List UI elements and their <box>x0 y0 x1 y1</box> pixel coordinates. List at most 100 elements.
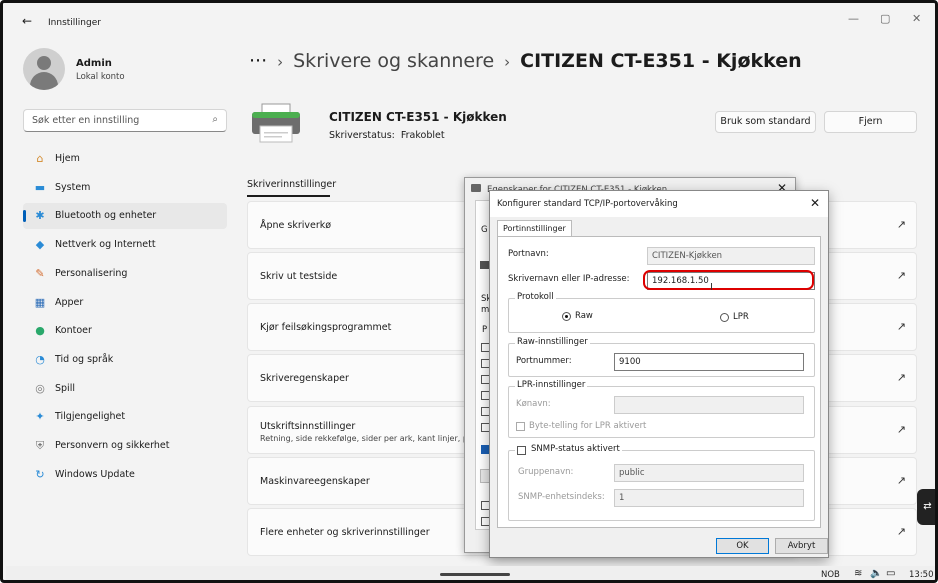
card-title: Kjør feilsøkingsprogrammet <box>260 322 392 333</box>
card-title: Åpne skriverkø <box>260 220 332 231</box>
card-title: Skriv ut testside <box>260 271 338 282</box>
clock[interactable]: 13:50 <box>909 570 934 580</box>
side-tool-icon[interactable]: ⇄ <box>917 489 935 525</box>
profile-name: Admin <box>76 58 112 69</box>
screen-frame: ← Innstillinger — ▢ ✕ Admin Lokal konto … <box>0 0 938 583</box>
sidebar-item-nettverk-og-internett[interactable]: ◆ Nettverk og Internett <box>23 232 227 258</box>
sidebar-icon: ◎ <box>35 381 45 395</box>
lpr-settings-label: LPR-innstillinger <box>515 380 588 390</box>
sidebar-item-hjem[interactable]: ⌂ Hjem <box>23 146 227 172</box>
sidebar-item-label: Personalisering <box>55 267 128 279</box>
text-cursor-icon: I <box>710 282 713 293</box>
taskbar: NOB ≋ 🔈 ▭ 13:50 <box>6 566 935 580</box>
sidebar-icon: ⌂ <box>36 152 44 165</box>
search-icon: ⌕ <box>212 114 218 125</box>
sidebar-item-kontoer[interactable]: ● Kontoer <box>23 318 227 344</box>
snmp-enabled-label: SNMP-status aktivert <box>515 444 622 454</box>
snmp-index-field[interactable]: 1 <box>614 489 804 507</box>
community-name-field[interactable]: public <box>614 464 804 482</box>
snmp-group: SNMP-status aktivert Gruppenavn: public … <box>508 444 815 521</box>
sidebar-icon: ◆ <box>35 238 45 252</box>
sidebar-item-tid-og-språk[interactable]: ◔ Tid og språk <box>23 347 227 373</box>
sidebar-icon: ● <box>35 324 45 338</box>
sidebar-item-label: Apper <box>55 296 84 308</box>
sidebar-item-bluetooth-og-enheter[interactable]: ✱ Bluetooth og enheter <box>23 203 227 230</box>
sidebar-item-windows-update[interactable]: ↻ Windows Update <box>23 462 227 488</box>
status-label: Skriverstatus: <box>329 130 395 141</box>
sidebar-icon: ▬ <box>34 180 46 194</box>
external-link-icon: ↗ <box>896 423 906 436</box>
breadcrumb: ··· › Skrivere og skannere › CITIZEN CT-E351… <box>249 50 802 72</box>
sidebar-item-label: Nettverk og Internett <box>55 239 156 251</box>
avatar <box>23 48 65 90</box>
printer-small-icon <box>480 261 489 269</box>
tab-printer-settings[interactable]: Skriverinnstillinger <box>247 179 336 190</box>
sidebar-item-label: Bluetooth og enheter <box>55 210 157 222</box>
title-bar: ← Innstillinger — ▢ ✕ <box>6 6 935 36</box>
lpr-radio[interactable] <box>720 313 729 322</box>
close-icon[interactable]: ✕ <box>912 12 921 25</box>
device-status: Skriverstatus: Frakoblet <box>329 130 445 141</box>
set-default-button[interactable]: Bruk som standard <box>715 111 816 133</box>
profile-account-type: Lokal konto <box>76 72 125 82</box>
dialog-close-icon[interactable]: ✕ <box>810 196 820 210</box>
sidebar-item-personalisering[interactable]: ✎ Personalisering <box>23 261 227 287</box>
status-value: Frakoblet <box>400 130 445 141</box>
back-arrow-icon[interactable]: ← <box>22 14 32 28</box>
raw-settings-label: Raw-innstillinger <box>515 337 590 347</box>
minimize-icon[interactable]: — <box>848 12 859 25</box>
sidebar-item-system[interactable]: ▬ System <box>23 175 227 201</box>
taskbar-handle[interactable] <box>440 573 510 576</box>
queue-name-field[interactable] <box>614 396 804 414</box>
volume-icon[interactable]: 🔈 <box>870 568 882 579</box>
lpr-label: LPR <box>733 312 749 322</box>
snmp-enabled-checkbox[interactable] <box>517 446 526 455</box>
sidebar-icon: ▦ <box>34 295 46 309</box>
remove-button[interactable]: Fjern <box>824 111 917 133</box>
protocol-group-label: Protokoll <box>515 292 556 302</box>
maximize-icon[interactable]: ▢ <box>880 12 890 25</box>
sidebar-item-label: Personvern og sikkerhet <box>55 440 170 451</box>
raw-label: Raw <box>575 311 593 321</box>
sidebar-item-label: Tilgjengelighet <box>55 411 126 423</box>
sidebar-item-label: Tid og språk <box>55 353 114 365</box>
dialog-title: Konfigurer standard TCP/IP-portovervåkin… <box>497 199 678 209</box>
raw-radio[interactable] <box>562 312 571 321</box>
tab-port-settings[interactable]: Portinnstillinger <box>497 220 572 237</box>
search-input[interactable]: Søk etter en innstilling ⌕ <box>23 109 227 132</box>
sidebar-item-spill[interactable]: ◎ Spill <box>23 376 227 402</box>
lpr-settings-group: LPR-innstillinger Kønavn: Byte-telling f… <box>508 380 815 438</box>
sidebar-icon: ⛨ <box>35 439 45 452</box>
sidebar-icon: ✎ <box>35 266 45 280</box>
external-link-icon: ↗ <box>896 269 906 282</box>
wifi-icon[interactable]: ≋ <box>854 568 862 579</box>
external-link-icon: ↗ <box>896 474 906 487</box>
ip-address-label: Skrivernavn eller IP-adresse: <box>508 274 630 284</box>
port-name-label: Portnavn: <box>508 249 549 259</box>
search-placeholder: Søk etter en innstilling <box>32 115 140 126</box>
sidebar-item-tilgjengelighet[interactable]: ✦ Tilgjengelighet <box>23 404 227 430</box>
sidebar-icon: ◔ <box>35 352 45 366</box>
sidebar-item-label: Kontoer <box>55 325 92 337</box>
sidebar-item-apper[interactable]: ▦ Apper <box>23 290 227 316</box>
selection-indicator <box>23 210 26 223</box>
sidebar-item-personvern-og-sikkerhet[interactable]: ⛨ Personvern og sikkerhet <box>23 433 227 459</box>
language-indicator[interactable]: NOB <box>821 570 840 580</box>
card-title: Flere enheter og skriverinnstillinger <box>260 527 430 538</box>
ok-button[interactable]: OK <box>716 538 769 554</box>
breadcrumb-printers[interactable]: Skrivere og skannere <box>293 50 494 72</box>
properties-fragment-text: G <box>481 225 488 235</box>
breadcrumb-more-icon[interactable]: ··· <box>249 50 267 72</box>
queue-name-label: Kønavn: <box>516 399 551 409</box>
byte-count-checkbox[interactable] <box>516 422 525 431</box>
community-name-label: Gruppenavn: <box>518 467 574 477</box>
breadcrumb-separator-icon: › <box>504 53 511 71</box>
port-number-field[interactable]: 9100 <box>614 353 804 371</box>
tab-underline <box>247 195 330 197</box>
snmp-index-label: SNMP-enhetsindeks: <box>518 492 605 502</box>
cancel-button[interactable]: Avbryt <box>775 538 828 554</box>
port-name-field[interactable]: CITIZEN-Kjøkken <box>647 247 815 265</box>
card-title: Skriveregenskaper <box>260 373 349 384</box>
protocol-group: Protokoll Raw LPR <box>508 292 815 333</box>
battery-icon[interactable]: ▭ <box>886 568 895 579</box>
